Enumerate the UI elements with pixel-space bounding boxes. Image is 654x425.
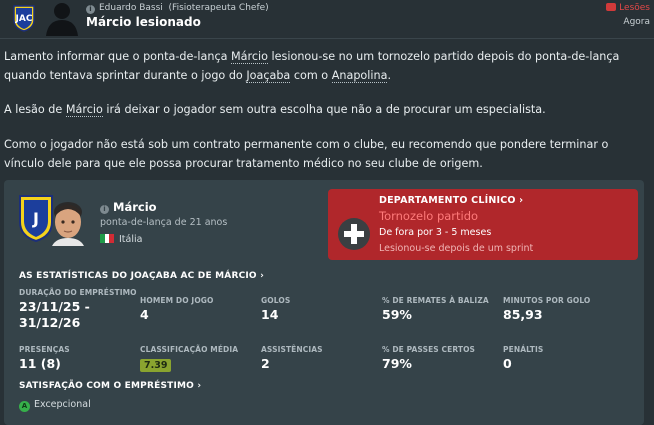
stat-shots-on-target: % DE REMATES À BALIZA 59%	[382, 296, 489, 323]
stat-value: 59%	[382, 307, 412, 322]
stat-player-of-match: HOMEM DO JOGO 4	[140, 296, 214, 323]
satisfaction-value: Excepcional	[34, 399, 91, 410]
club-logo[interactable]: JAC	[12, 4, 36, 32]
message-subject: Márcio lesionado	[86, 15, 201, 29]
stat-value: 2	[261, 356, 270, 371]
message-paragraph-1: Lamento informar que o ponta-de-lança Má…	[4, 47, 644, 85]
stat-value: 11 (8)	[19, 356, 61, 371]
player-injury-card: J i Márcio ponta-de-lança de 21 anos Itál…	[4, 180, 644, 425]
message-text: Lamento informar que o ponta-de-lança	[4, 50, 232, 63]
svg-text:J: J	[32, 209, 39, 228]
stat-label: ASSISTÊNCIAS	[261, 345, 323, 354]
stat-average-rating: CLASSIFICAÇÃO MÉDIA 7.39	[140, 345, 238, 372]
injury-cause: Lesionou-se depois de um sprint	[379, 243, 534, 254]
stat-loan-duration: DURAÇÃO DO EMPRÉSTIMO 23/11/25 - 31/12/2…	[19, 288, 137, 331]
stat-label: GOLOS	[261, 296, 291, 305]
header-divider	[0, 38, 654, 39]
club-stats-title[interactable]: AS ESTATÍSTICAS DO JOAÇABA AC DE MÁRCIO …	[19, 271, 264, 281]
stat-label: HOMEM DO JOGO	[140, 296, 214, 305]
club-logo-text: JAC	[15, 14, 33, 24]
message-header: JAC i Eduardo Bassi (Fisioterapeuta Chefe…	[0, 0, 654, 36]
sender-name[interactable]: Eduardo Bassi	[99, 3, 163, 13]
sender-avatar[interactable]	[42, 0, 82, 36]
stat-assists: ASSISTÊNCIAS 2	[261, 345, 323, 372]
message-text: Como o jogador não está sob um contrato …	[4, 138, 609, 170]
entity-link[interactable]: Márcio	[65, 103, 103, 117]
injury-tag-icon	[606, 3, 617, 11]
message-time: Agora	[623, 17, 650, 27]
stat-value: 4	[140, 307, 149, 322]
stat-label: DURAÇÃO DO EMPRÉSTIMO	[19, 288, 137, 297]
player-name-text: Márcio	[113, 200, 157, 214]
medical-centre-panel[interactable]: DEPARTAMENTO CLÍNICO › Tornozelo partido…	[328, 189, 638, 260]
stat-label: PENÁLTIS	[503, 345, 544, 354]
message-paragraph-3: Como o jogador não está sob um contrato …	[4, 135, 644, 173]
player-nationality[interactable]: Itália	[100, 234, 142, 245]
stat-label: MINUTOS POR GOLO	[503, 296, 591, 305]
stat-value: 0	[503, 356, 512, 371]
rating-badge: 7.39	[140, 359, 172, 372]
injury-name: Tornozelo partido	[379, 209, 479, 223]
stat-label: % DE REMATES À BALIZA	[382, 296, 489, 305]
nationality-label: Itália	[119, 234, 143, 245]
message-text: A lesão de	[4, 103, 66, 116]
medical-cross-icon	[338, 218, 370, 250]
italy-flag-icon	[100, 234, 114, 243]
stat-goals: GOLOS 14	[261, 296, 290, 323]
stat-value: 79%	[382, 356, 412, 371]
sender-role: (Fisioterapeuta Chefe)	[168, 3, 269, 13]
injury-duration: De fora por 3 - 5 meses	[379, 227, 492, 238]
stat-value: 31/12/26	[19, 315, 81, 330]
stat-value: 85,93	[503, 307, 543, 322]
medical-centre-title[interactable]: DEPARTAMENTO CLÍNICO ›	[379, 195, 523, 206]
stat-penalties: PENÁLTIS 0	[503, 345, 543, 372]
message-text: com o	[290, 69, 332, 82]
info-icon[interactable]: i	[100, 205, 109, 214]
player-position: ponta-de-lança de 21 anos	[100, 217, 228, 228]
stat-label: CLASSIFICAÇÃO MÉDIA	[140, 345, 239, 354]
message-text: .	[387, 69, 391, 82]
stat-pass-completion: % DE PASSES CERTOS 79%	[382, 345, 475, 372]
category-tag[interactable]: Lesões	[606, 3, 650, 13]
stat-minutes-per-goal: MINUTOS POR GOLO 85,93	[503, 296, 590, 323]
satisfaction-grade-icon: A	[19, 401, 30, 412]
category-tag-label: Lesões	[619, 3, 650, 13]
player-name[interactable]: i Márcio	[100, 200, 157, 214]
loan-satisfaction: A Excepcional	[19, 399, 91, 412]
info-icon[interactable]: i	[86, 5, 95, 14]
stat-label: PRESENÇAS	[19, 345, 70, 354]
stat-value: 23/11/25 -	[19, 299, 90, 314]
entity-link[interactable]: Márcio	[231, 50, 268, 64]
entity-link[interactable]: Anapolina	[331, 69, 388, 83]
loan-satisfaction-title[interactable]: SATISFAÇÃO COM O EMPRÉSTIMO ›	[19, 381, 201, 391]
player-face[interactable]	[46, 198, 90, 246]
stat-label: % DE PASSES CERTOS	[382, 345, 476, 354]
sender-line: i Eduardo Bassi (Fisioterapeuta Chefe)	[86, 3, 269, 14]
message-text: irá deixar o jogador sem outra escolha q…	[102, 103, 546, 116]
entity-link[interactable]: Joaçaba	[246, 69, 291, 83]
stat-value: 14	[261, 307, 279, 322]
message-paragraph-2: A lesão de Márcio irá deixar o jogador s…	[4, 100, 644, 119]
stat-appearances: PRESENÇAS 11 (8)	[19, 345, 70, 372]
